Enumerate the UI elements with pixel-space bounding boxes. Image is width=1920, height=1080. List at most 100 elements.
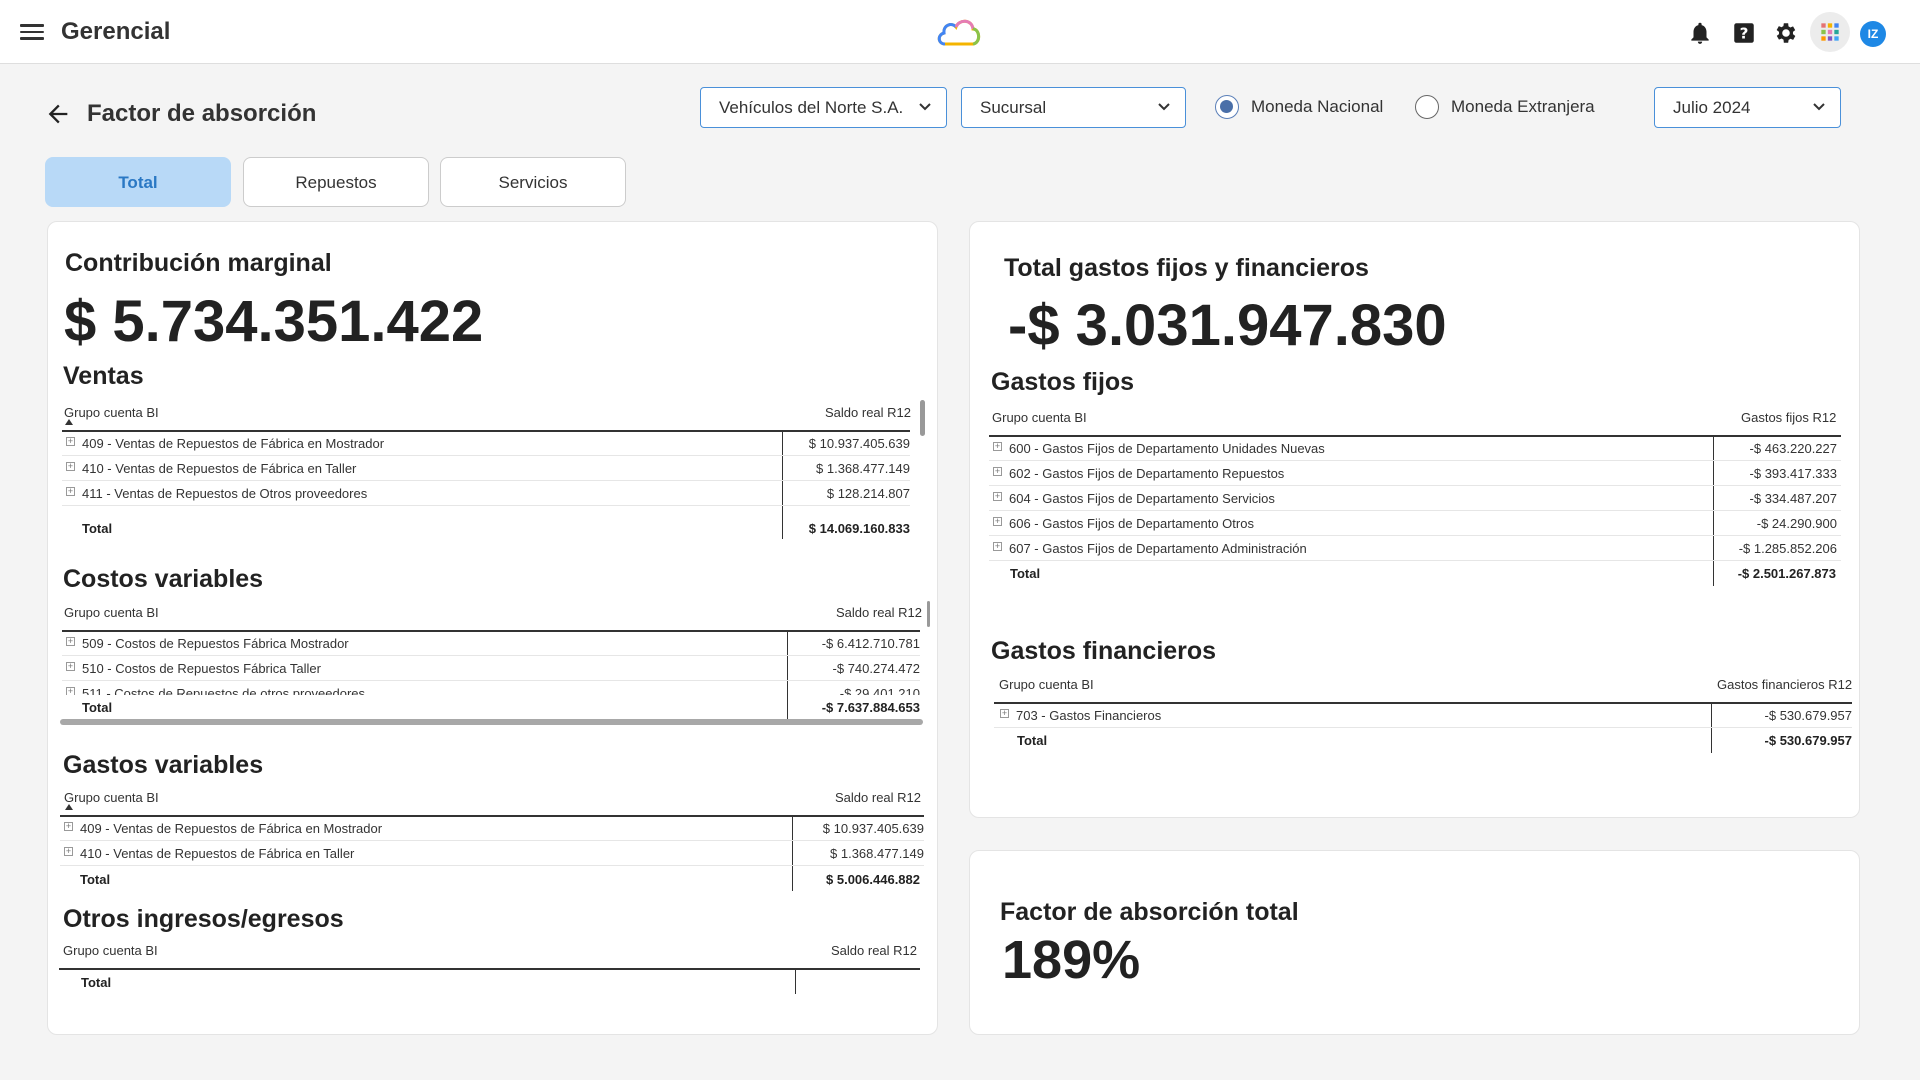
cloud-logo-icon xyxy=(937,19,981,46)
tab-total[interactable]: Total xyxy=(45,157,231,207)
table-row[interactable]: +511 - Costos de Repuestos de otros prov… xyxy=(62,682,920,695)
financieros-col-gastos[interactable]: Gastos financieros R12 xyxy=(1717,677,1852,692)
ventas-col-grupo[interactable]: Grupo cuenta BI xyxy=(64,405,159,420)
row-value: -$ 393.417.333 xyxy=(1749,466,1837,481)
expand-icon[interactable]: + xyxy=(66,637,75,646)
tab-repuestos[interactable]: Repuestos xyxy=(243,157,429,207)
row-label: 602 - Gastos Fijos de Departamento Repue… xyxy=(1009,466,1285,481)
svg-text:?: ? xyxy=(1740,24,1749,42)
chevron-down-icon xyxy=(919,103,931,111)
expand-icon[interactable]: + xyxy=(66,687,75,695)
ventas-total-label: Total xyxy=(82,521,113,536)
table-row[interactable]: +607 - Gastos Fijos de Departamento Admi… xyxy=(989,537,1841,561)
table-row[interactable]: +410 - Ventas de Repuestos de Fábrica en… xyxy=(62,457,910,481)
gastos-var-col-saldo[interactable]: Saldo real R12 xyxy=(835,790,921,805)
table-row[interactable]: +604 - Gastos Fijos de Departamento Serv… xyxy=(989,487,1841,511)
table-row[interactable]: +606 - Gastos Fijos de Departamento Otro… xyxy=(989,512,1841,536)
costos-horizontal-scrollbar[interactable] xyxy=(60,719,923,725)
contribucion-amount: $ 5.734.351.422 xyxy=(64,289,484,354)
branch-select[interactable]: Sucursal xyxy=(961,87,1186,128)
gear-icon[interactable] xyxy=(1773,20,1799,46)
ventas-scrollbar[interactable] xyxy=(920,400,925,436)
expand-icon[interactable]: + xyxy=(66,487,75,496)
table-row[interactable]: +409 - Ventas de Repuestos de Fábrica en… xyxy=(62,432,910,456)
table-row[interactable]: +409 - Ventas de Repuestos de Fábrica en… xyxy=(60,817,924,841)
gastos-variables-title: Gastos variables xyxy=(63,751,264,779)
financieros-total-label: Total xyxy=(1017,733,1048,748)
otros-title: Otros ingresos/egresos xyxy=(63,905,344,933)
fijos-col-grupo[interactable]: Grupo cuenta BI xyxy=(992,410,1087,425)
row-label: 409 - Ventas de Repuestos de Fábrica en … xyxy=(82,436,385,451)
radio-selected-indicator xyxy=(1215,95,1239,119)
fijos-total-value: -$ 2.501.267.873 xyxy=(1737,566,1836,581)
costos-rows: +509 - Costos de Repuestos Fábrica Mostr… xyxy=(62,632,920,695)
row-label: 511 - Costos de Repuestos de otros prove… xyxy=(82,686,366,695)
help-icon[interactable]: ? xyxy=(1731,20,1757,46)
fijos-col-gastos[interactable]: Gastos fijos R12 xyxy=(1741,410,1836,425)
gastos-total-title: Total gastos fijos y financieros xyxy=(1004,254,1369,282)
row-label: 606 - Gastos Fijos de Departamento Otros xyxy=(1009,516,1254,531)
expand-icon[interactable]: + xyxy=(66,662,75,671)
radio-label: Moneda Nacional xyxy=(1251,97,1384,116)
table-row[interactable]: +509 - Costos de Repuestos Fábrica Mostr… xyxy=(62,632,920,656)
company-select-value: Vehículos del Norte S.A. xyxy=(719,98,904,117)
costos-col-saldo[interactable]: Saldo real R12 xyxy=(836,605,922,620)
expand-icon[interactable]: + xyxy=(993,467,1002,476)
table-row[interactable]: +411 - Ventas de Repuestos de Otros prov… xyxy=(62,482,910,506)
menu-icon[interactable] xyxy=(20,20,44,44)
gastos-financieros-title: Gastos financieros xyxy=(991,637,1217,665)
gastos-var-total-value: $ 5.006.446.882 xyxy=(826,872,920,887)
otros-total-label: Total xyxy=(81,975,112,990)
sort-asc-icon xyxy=(65,419,73,425)
expand-icon[interactable]: + xyxy=(66,437,75,446)
row-value: -$ 1.285.852.206 xyxy=(1738,541,1837,556)
contribucion-title: Contribución marginal xyxy=(65,249,332,277)
expand-icon[interactable]: + xyxy=(993,517,1002,526)
expand-icon[interactable]: + xyxy=(64,847,73,856)
gastos-var-col-grupo[interactable]: Grupo cuenta BI xyxy=(64,790,159,805)
table-row[interactable]: +410 - Ventas de Repuestos de Fábrica en… xyxy=(60,842,924,866)
costos-title: Costos variables xyxy=(63,565,264,593)
avatar[interactable]: IZ xyxy=(1860,21,1886,47)
expand-icon[interactable]: + xyxy=(64,822,73,831)
period-select[interactable]: Julio 2024 xyxy=(1654,87,1841,128)
table-row[interactable]: +703 - Gastos Financieros -$ 530.679.957 xyxy=(994,704,1852,728)
table-row[interactable]: +510 - Costos de Repuestos Fábrica Talle… xyxy=(62,657,920,681)
radio-moneda-nacional[interactable]: Moneda Nacional xyxy=(1215,94,1383,120)
expand-icon[interactable]: + xyxy=(66,462,75,471)
otros-col-grupo[interactable]: Grupo cuenta BI xyxy=(63,943,158,958)
radio-moneda-extranjera[interactable]: Moneda Extranjera xyxy=(1415,94,1595,120)
bell-icon[interactable] xyxy=(1687,20,1713,46)
costos-scrollbar[interactable] xyxy=(927,601,930,627)
tab-servicios[interactable]: Servicios xyxy=(440,157,626,207)
row-value: -$ 6.412.710.781 xyxy=(821,636,920,651)
row-value: $ 10.937.405.639 xyxy=(822,821,924,836)
financieros-col-grupo[interactable]: Grupo cuenta BI xyxy=(999,677,1094,692)
ventas-rows: +409 - Ventas de Repuestos de Fábrica en… xyxy=(62,432,912,510)
expand-icon[interactable]: + xyxy=(993,542,1002,551)
expand-icon[interactable]: + xyxy=(993,492,1002,501)
gastos-total-amount: -$ 3.031.947.830 xyxy=(1008,293,1447,358)
expand-icon[interactable]: + xyxy=(993,442,1002,451)
radio-unselected-indicator xyxy=(1415,95,1439,119)
financieros-total-value: -$ 530.679.957 xyxy=(1764,733,1852,748)
costos-col-grupo[interactable]: Grupo cuenta BI xyxy=(64,605,159,620)
page-title: Factor de absorción xyxy=(87,100,317,127)
table-row[interactable]: +602 - Gastos Fijos de Departamento Repu… xyxy=(989,462,1841,486)
chevron-down-icon xyxy=(1158,103,1170,111)
otros-col-saldo[interactable]: Saldo real R12 xyxy=(831,943,917,958)
apps-grid-icon[interactable] xyxy=(1817,19,1843,45)
back-arrow-icon[interactable] xyxy=(44,100,72,128)
ventas-col-saldo[interactable]: Saldo real R12 xyxy=(825,405,911,420)
row-value: $ 128.214.807 xyxy=(826,486,910,501)
expand-icon[interactable]: + xyxy=(1000,709,1009,718)
divider xyxy=(795,969,796,994)
row-value: $ 1.368.477.149 xyxy=(816,461,910,476)
ventas-total-value: $ 14.069.160.833 xyxy=(808,521,910,536)
row-label: 409 - Ventas de Repuestos de Fábrica en … xyxy=(80,821,383,836)
divider xyxy=(59,968,920,970)
table-row[interactable]: +600 - Gastos Fijos de Departamento Unid… xyxy=(989,437,1841,461)
row-label: 604 - Gastos Fijos de Departamento Servi… xyxy=(1009,491,1275,506)
row-label: 510 - Costos de Repuestos Fábrica Taller xyxy=(82,661,321,676)
company-select[interactable]: Vehículos del Norte S.A. xyxy=(700,87,947,128)
